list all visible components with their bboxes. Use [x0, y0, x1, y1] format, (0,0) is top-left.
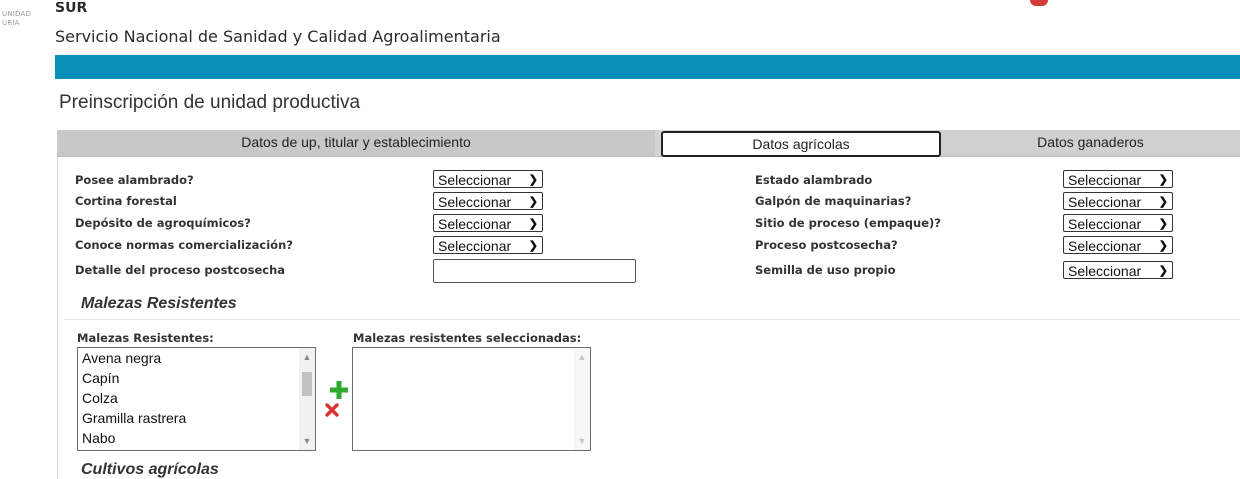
scrollbar[interactable]: ▲ ▼ — [299, 348, 315, 450]
select-value: Seleccionar — [1068, 263, 1142, 279]
select-galpon-maquinarias[interactable]: Seleccionar ❯ — [1063, 192, 1173, 210]
org-name: Servicio Nacional de Sanidad y Calidad A… — [55, 27, 501, 46]
scroll-up-icon[interactable]: ▲ — [299, 352, 315, 362]
select-value: Seleccionar — [1068, 238, 1142, 254]
select-sitio-proceso[interactable]: Seleccionar ❯ — [1063, 214, 1173, 232]
select-estado-alambrado[interactable]: Seleccionar ❯ — [1063, 170, 1173, 188]
chevron-down-icon: ❯ — [528, 196, 538, 208]
label-estado-alambrado: Estado alambrado — [755, 173, 873, 187]
chevron-down-icon: ❯ — [1158, 174, 1168, 186]
chevron-down-icon: ❯ — [1158, 240, 1168, 252]
select-proceso-postcosecha[interactable]: Seleccionar ❯ — [1063, 236, 1173, 254]
label-posee-alambrado: Posee alambrado? — [75, 173, 194, 187]
scroll-down-icon[interactable]: ▼ — [574, 436, 590, 446]
label-malezas-selected: Malezas resistentes seleccionadas: — [353, 331, 582, 345]
select-cortina-forestal[interactable]: Seleccionar ❯ — [433, 192, 543, 210]
select-value: Seleccionar — [1068, 172, 1142, 188]
label-semilla-uso-propio: Semilla de uso propio — [755, 263, 896, 277]
scrollbar-thumb[interactable] — [302, 372, 312, 396]
select-value: Seleccionar — [438, 172, 512, 188]
section-title-malezas: Malezas Resistentes — [81, 295, 237, 312]
label-proceso-postcosecha: Proceso postcosecha? — [755, 238, 898, 252]
label-deposito-agroquimicos: Depósito de agroquímicos? — [75, 216, 251, 230]
select-semilla-uso-propio[interactable]: Seleccionar ❯ — [1063, 261, 1173, 279]
select-value: Seleccionar — [1068, 194, 1142, 210]
label-galpon-maquinarias: Galpón de maquinarias? — [755, 194, 912, 208]
select-deposito-agroquimicos[interactable]: Seleccionar ❯ — [433, 214, 543, 232]
section-title-cultivos: Cultivos agrícolas — [81, 461, 219, 478]
label-cortina-forestal: Cortina forestal — [75, 194, 177, 208]
select-value: Seleccionar — [438, 238, 512, 254]
select-value: Seleccionar — [1068, 216, 1142, 232]
select-conoce-normas[interactable]: Seleccionar ❯ — [433, 236, 543, 254]
chevron-down-icon: ❯ — [1158, 218, 1168, 230]
malezas-selected-listbox[interactable]: ▲ ▼ — [352, 347, 591, 451]
select-value: Seleccionar — [438, 216, 512, 232]
scrollbar[interactable]: ▲ ▼ — [574, 348, 590, 450]
chevron-down-icon: ❯ — [1158, 196, 1168, 208]
tab-datos-agricolas[interactable]: Datos agrícolas — [661, 131, 941, 157]
list-item[interactable]: Capín — [78, 368, 315, 388]
malezas-available-listbox[interactable]: Avena negra Capín Colza Gramilla rastrer… — [77, 347, 316, 451]
logo-line-2: URIA — [2, 19, 20, 27]
list-item[interactable]: Nabo — [78, 428, 315, 448]
org-abbreviation: SUR — [55, 2, 88, 14]
chevron-down-icon: ❯ — [528, 174, 538, 186]
label-malezas-available: Malezas Resistentes: — [77, 331, 214, 345]
label-detalle-postcosecha: Detalle del proceso postcosecha — [75, 263, 286, 277]
chevron-down-icon: ❯ — [528, 240, 538, 252]
tab-datos-ganaderos[interactable]: Datos ganaderos — [941, 130, 1240, 156]
label-sitio-proceso: Sitio de proceso (empaque)? — [755, 216, 941, 230]
input-detalle-postcosecha[interactable] — [433, 259, 636, 283]
select-posee-alambrado[interactable]: Seleccionar ❯ — [433, 170, 543, 188]
select-value: Seleccionar — [438, 194, 512, 210]
header-accent-bar — [55, 55, 1240, 79]
agency-logo-text: UNIDAD URIA — [2, 10, 31, 28]
chevron-down-icon: ❯ — [528, 218, 538, 230]
remove-icon[interactable] — [325, 403, 339, 417]
list-item[interactable]: Colza — [78, 388, 315, 408]
add-icon[interactable] — [330, 381, 348, 399]
section-divider — [64, 319, 1240, 320]
scroll-up-icon[interactable]: ▲ — [574, 352, 590, 362]
label-conoce-normas: Conoce normas comercialización? — [75, 238, 293, 252]
logo-line-1: UNIDAD — [2, 10, 32, 18]
flag-icon — [1030, 0, 1048, 6]
list-item[interactable]: Gramilla rastrera — [78, 408, 315, 428]
list-item[interactable]: Avena negra — [78, 348, 315, 368]
page-title: Preinscripción de unidad productiva — [59, 92, 361, 113]
scroll-down-icon[interactable]: ▼ — [299, 436, 315, 446]
tab-bar: Datos de up, titular y establecimiento D… — [57, 130, 1240, 157]
tab-datos-up[interactable]: Datos de up, titular y establecimiento — [57, 130, 655, 156]
chevron-down-icon: ❯ — [1158, 265, 1168, 277]
